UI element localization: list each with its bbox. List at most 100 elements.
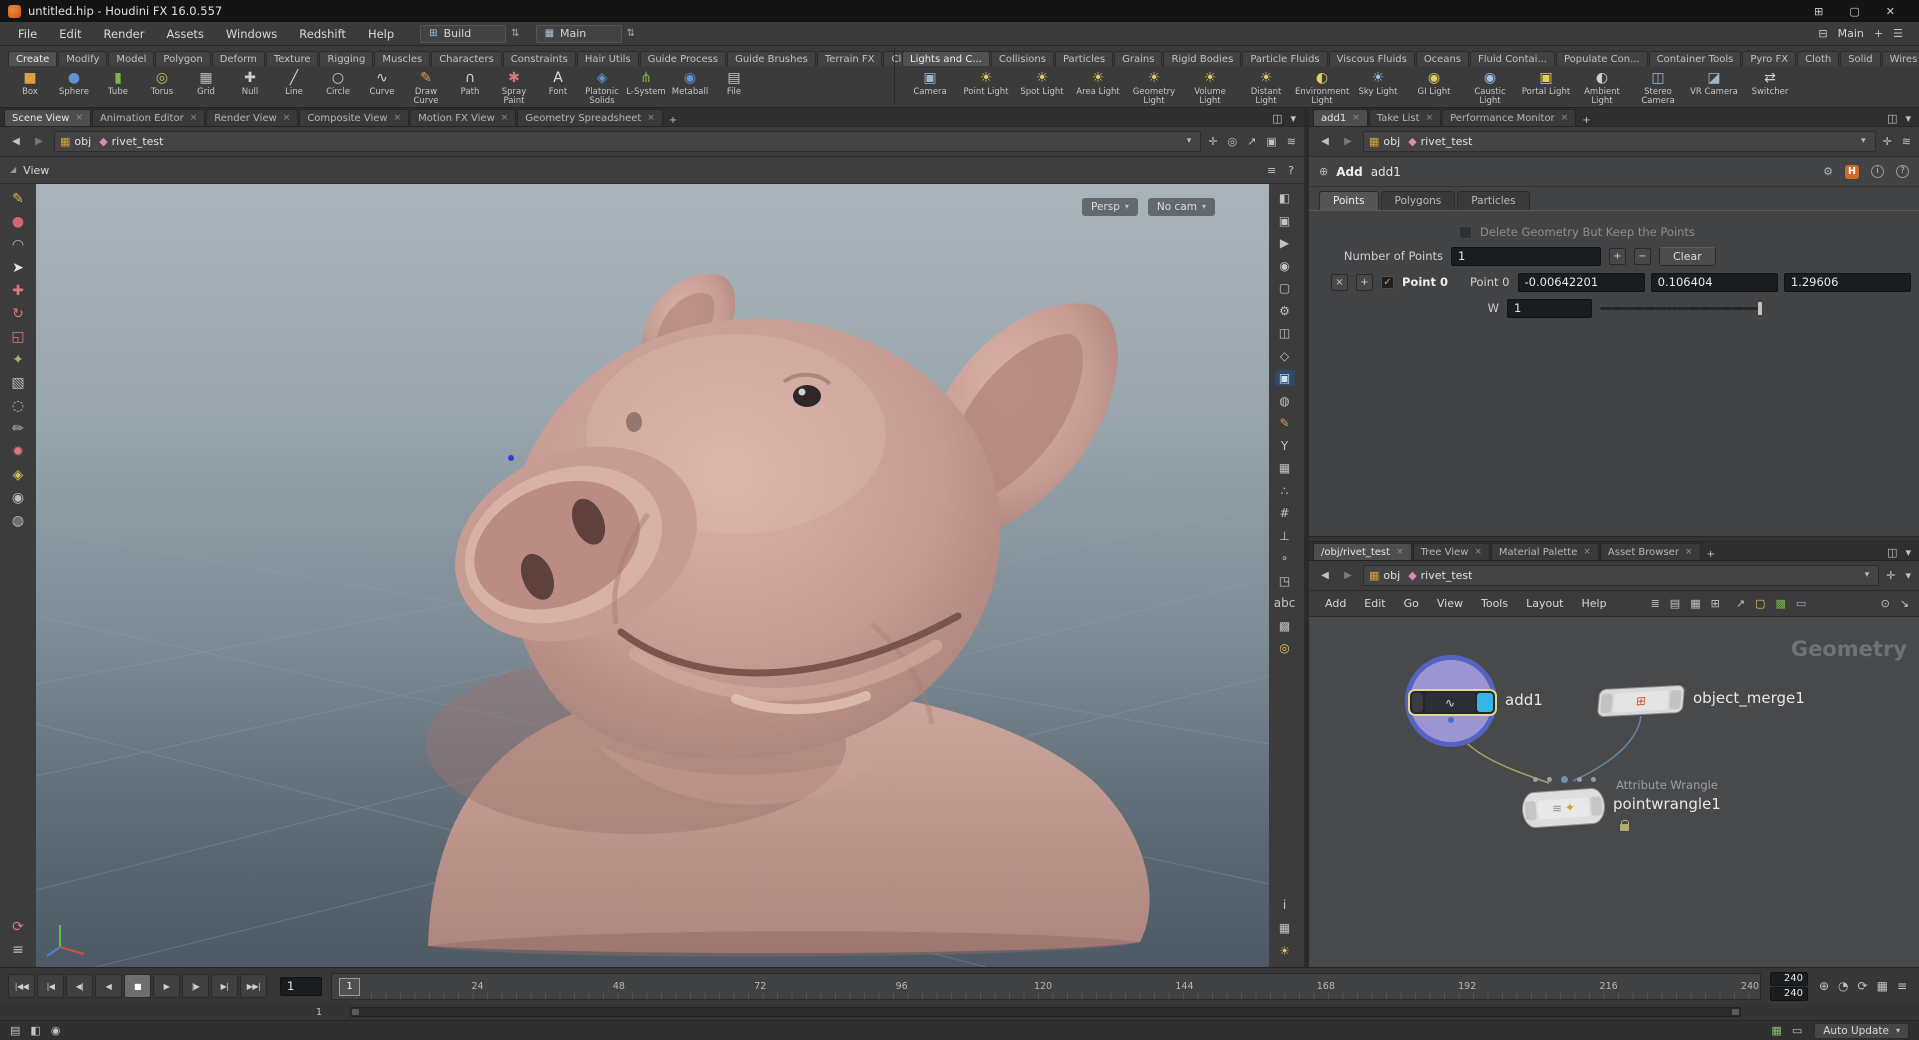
visualizers-icon[interactable]: ◎ [1275, 640, 1295, 656]
pane-split-icon[interactable]: ◫ [1272, 113, 1282, 124]
sticky-note-icon[interactable]: ▢ [1755, 598, 1765, 609]
expose-icon[interactable]: ↘ [1900, 598, 1909, 609]
flipbook-icon[interactable]: ▶ [1275, 235, 1295, 251]
viewer-options-icon[interactable]: ≡ [12, 943, 24, 957]
desktop-menu-icon[interactable]: ☰ [1893, 28, 1903, 39]
menu-item[interactable]: Assets [156, 24, 213, 44]
select-icon[interactable]: ➤ [12, 261, 24, 275]
two-up-layout-icon[interactable]: ◫ [1275, 325, 1295, 341]
tool-box[interactable]: ■ Box [8, 67, 52, 97]
link-icon[interactable]: ≋ [1287, 136, 1296, 147]
playhead[interactable]: 1 [339, 977, 360, 996]
tab-close-icon[interactable] [394, 113, 402, 123]
snapshot-viewer-icon[interactable]: ◉ [1275, 258, 1295, 274]
param-folder-tab[interactable]: Points [1319, 191, 1379, 210]
network-menu-item[interactable]: Layout [1518, 594, 1571, 613]
shelf-tab[interactable]: Populate Con... [1556, 51, 1648, 66]
export-pane-icon[interactable]: ↗ [1247, 136, 1256, 147]
maximize-icon[interactable]: ▢ [1849, 6, 1859, 17]
paint-icon[interactable]: ✹ [12, 445, 24, 459]
tool-distant-light[interactable]: ☀ Distant Light [1238, 67, 1294, 107]
path-context-chip[interactable]: ▦ obj [1369, 569, 1400, 582]
pose-icon[interactable]: ✦ [12, 353, 24, 367]
shelf-tab[interactable]: Fluid Contai... [1470, 51, 1555, 66]
pin-icon[interactable]: ✛ [1208, 136, 1217, 147]
point0-toggle-label[interactable]: Point 0 [1402, 275, 1448, 289]
param-folder-tab[interactable]: Particles [1457, 191, 1530, 210]
tool-environment-light[interactable]: ◐ Environment Light [1294, 67, 1350, 107]
delete-geometry-checkbox[interactable] [1459, 225, 1472, 239]
tool-gi-light[interactable]: ◉ GI Light [1406, 67, 1462, 97]
tool-curve[interactable]: ∿ Curve [360, 67, 404, 97]
weight-slider[interactable] [1600, 300, 1762, 316]
menu-item[interactable]: Help [358, 24, 404, 44]
display-flag[interactable] [1590, 795, 1603, 816]
ortho-views-icon[interactable]: ◇ [1275, 348, 1295, 364]
global-end-field[interactable]: 240 [1769, 986, 1808, 1001]
camera-icon[interactable]: ▣ [1275, 213, 1295, 229]
tool-null[interactable]: ✚ Null [228, 67, 272, 97]
playbar-options-icon[interactable]: ≡ [1897, 980, 1907, 992]
pane-tab[interactable]: Geometry Spreadsheet [517, 109, 663, 126]
clear-button[interactable]: Clear [1659, 246, 1716, 266]
snap-grid-icon[interactable]: ⊞ [1711, 598, 1720, 609]
template-flag[interactable] [1524, 800, 1537, 821]
added-point[interactable] [508, 455, 514, 461]
shelf-tab[interactable]: Rigging [319, 51, 374, 66]
pane-sliders-icon[interactable]: ≡ [1267, 165, 1276, 176]
path-context-chip[interactable]: ▦ obj [1369, 135, 1400, 148]
pane-split-icon[interactable]: ◫ [1887, 113, 1897, 124]
tool-platonic-solids[interactable]: ◈ Platonic Solids [580, 67, 624, 107]
pane-tab[interactable]: Tree View [1412, 543, 1490, 560]
tool-ambient-light[interactable]: ◐ Ambient Light [1574, 67, 1630, 107]
snapshot-icon[interactable]: ▣ [1266, 136, 1276, 147]
shelf-tab[interactable]: Characters [431, 51, 502, 66]
node-name-field[interactable]: add1 [1371, 165, 1401, 179]
next-frame-button[interactable]: |▶ [182, 974, 209, 998]
points-display-icon[interactable]: ∴ [1275, 483, 1295, 499]
display-lamp-icon[interactable]: ☀ [1275, 943, 1295, 959]
path-node-chip[interactable]: ◆ rivet_test [99, 135, 163, 148]
tool-sky-light[interactable]: ☀ Sky Light [1350, 67, 1406, 97]
tool-metaball[interactable]: ◉ Metaball [668, 67, 712, 97]
shelf-tab[interactable]: Collisions [990, 51, 1054, 66]
viewport-info-icon[interactable]: i [1275, 897, 1295, 913]
shelf-tab[interactable]: Pyro FX [1742, 51, 1797, 66]
tool-caustic-light[interactable]: ◉ Caustic Light [1462, 67, 1518, 107]
back-icon[interactable]: ◀ [1317, 136, 1333, 147]
tab-close-icon[interactable] [1561, 113, 1569, 123]
gear-icon[interactable]: ⚙ [1823, 165, 1833, 179]
input-connector[interactable] [1577, 777, 1582, 782]
range-end-handle[interactable] [1732, 1009, 1739, 1015]
show-handles-icon[interactable]: ✎ [12, 192, 24, 206]
tool-torus[interactable]: ◎ Torus [140, 67, 184, 97]
display-flag[interactable] [1477, 693, 1493, 712]
network-color-icon[interactable]: ▩ [1775, 598, 1785, 609]
jump-end-button[interactable]: ▶▶| [240, 974, 267, 998]
tool-spot-light[interactable]: ☀ Spot Light [1014, 67, 1070, 97]
tool-point-light[interactable]: ☀ Point Light [958, 67, 1014, 97]
tab-close-icon[interactable] [1583, 547, 1591, 557]
view-tool-icon[interactable]: ◉ [12, 491, 24, 505]
shelf-tab[interactable]: Oceans [1415, 51, 1470, 66]
path-field[interactable]: ▦ obj ◆ rivet_test ▾ [1363, 565, 1880, 586]
tab-close-icon[interactable] [283, 113, 291, 123]
network-menu-item[interactable]: Add [1317, 594, 1354, 613]
shelf-tab[interactable]: Constraints [502, 51, 576, 66]
new-pane-tab-icon[interactable]: + [1578, 116, 1594, 126]
tool-volume-light[interactable]: ☀ Volume Light [1182, 67, 1238, 107]
status-pane-icon[interactable]: ◧ [30, 1025, 40, 1036]
shelf-tab[interactable]: Solid [1840, 51, 1881, 66]
search-icon[interactable]: ⊙ [1881, 598, 1890, 609]
align-nodes-icon[interactable]: ≣ [1651, 598, 1660, 609]
tool-line[interactable]: ╱ Line [272, 67, 316, 97]
y-up-icon[interactable]: Y [1275, 438, 1295, 454]
persp-view-selector[interactable]: Persp ▾ [1082, 198, 1138, 216]
close-icon[interactable]: ✕ [1886, 6, 1895, 17]
tab-close-icon[interactable] [647, 113, 655, 123]
menu-item[interactable]: Windows [216, 24, 287, 44]
tool-font[interactable]: A Font [536, 67, 580, 97]
realtime-toggle-icon[interactable]: ◔ [1838, 980, 1848, 992]
tool-grid[interactable]: ▦ Grid [184, 67, 228, 97]
tool-portal-light[interactable]: ▣ Portal Light [1518, 67, 1574, 97]
